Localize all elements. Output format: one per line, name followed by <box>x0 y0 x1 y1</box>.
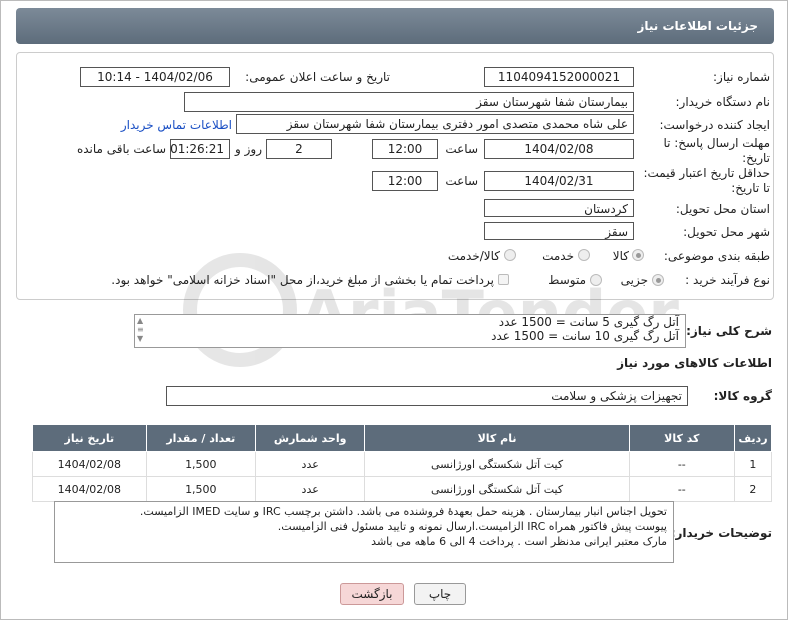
col-unit: واحد شمارش <box>254 424 366 452</box>
price-validity-label: حداقل تاریخ اعتبار قیمت: تا تاریخ: <box>643 166 770 195</box>
goods-group-field: تجهیزات پزشکی و سلامت <box>166 386 688 406</box>
cell-unit: عدد <box>254 451 366 477</box>
buyer-notes-line: مارک معتبر ایرانی مدنظر است . پرداخت 4 ا… <box>371 535 667 548</box>
reply-deadline-date: 1404/02/08 <box>484 139 634 159</box>
category-option-goods: کالا <box>612 249 629 263</box>
category-option-both: کالا/خدمت <box>447 249 500 263</box>
reply-days-label: روز و <box>235 142 262 156</box>
description-label: شرح کلی نیاز: <box>686 324 772 338</box>
reply-deadline-time: 12:00 <box>372 139 438 159</box>
goods-table: ردیف کد کالا نام کالا واحد شمارش تعداد /… <box>32 424 773 502</box>
process-option-medium: متوسط <box>548 273 586 287</box>
buyer-notes-textarea[interactable]: تحویل اجناس انبار بیمارستان . هزینه حمل … <box>54 501 674 563</box>
announce-datetime-field: 1404/02/06 - 10:14 <box>80 67 230 87</box>
cell-name: کیت آتل شکستگی اورژانسی <box>364 451 630 477</box>
buyer-notes-line: تحویل اجناس انبار بیمارستان . هزینه حمل … <box>139 505 667 518</box>
table-row: 1 -- کیت آتل شکستگی اورژانسی عدد 1,500 1… <box>32 451 773 477</box>
buyer-org-label: نام دستگاه خریدار: <box>675 95 771 109</box>
cell-row: 2 <box>733 476 773 502</box>
page-title: جزئیات اطلاعات نیاز <box>637 19 758 33</box>
col-date: تاریخ نیاز <box>32 424 147 452</box>
description-line: آتل رگ گیری 10 سانت = 1500 عدد <box>491 329 679 343</box>
category-option-service: خدمت <box>542 249 574 263</box>
cell-code: -- <box>628 476 735 502</box>
category-radio-both[interactable] <box>504 249 516 261</box>
cell-code: -- <box>628 451 735 477</box>
process-radio-medium[interactable] <box>590 274 602 286</box>
cell-qty: 1,500 <box>145 451 257 477</box>
cell-row: 1 <box>733 451 773 477</box>
buyer-notes-line: پیوست پیش فاکتور همراه IRC الزامیست.ارسا… <box>277 520 667 533</box>
remaining-time-label: ساعت باقی مانده <box>76 142 166 156</box>
buyer-org-field: بیمارستان شفا شهرستان سقز <box>184 92 634 112</box>
cell-date: 1404/02/08 <box>32 476 147 502</box>
city-field: سقز <box>484 222 634 240</box>
buyer-contact-link[interactable]: اطلاعات تماس خریدار <box>104 118 232 132</box>
province-label: استان محل تحویل: <box>675 202 770 216</box>
requester-field: علی شاه محمدی متصدی امور دفتری بیمارستان… <box>236 114 634 134</box>
process-type-label: نوع فرآیند خرید : <box>685 273 770 287</box>
description-textarea[interactable]: آتل رگ گیری 5 سانت = 1500 عدد آتل رگ گیر… <box>134 314 686 348</box>
city-label: شهر محل تحویل: <box>683 225 770 239</box>
need-number-field: 1104094152000021 <box>484 67 634 87</box>
treasury-payment-note: پرداخت تمام یا بخشی از مبلغ خرید،از محل … <box>111 273 494 287</box>
province-field: کردستان <box>484 199 634 217</box>
need-number-label: شماره نیاز: <box>713 70 770 84</box>
reply-time-label: ساعت <box>445 142 478 156</box>
description-scrollbar[interactable]: ▲ ≡ ▼ <box>137 316 147 346</box>
category-radio-service[interactable] <box>578 249 590 261</box>
price-validity-date: 1404/02/31 <box>484 171 634 191</box>
page-header: جزئیات اطلاعات نیاز <box>16 8 774 44</box>
cell-unit: عدد <box>254 476 366 502</box>
col-qty: تعداد / مقدار <box>145 424 257 452</box>
col-name: نام کالا <box>364 424 630 452</box>
back-button[interactable]: بازگشت <box>340 583 404 605</box>
cell-date: 1404/02/08 <box>32 451 147 477</box>
treasury-payment-checkbox[interactable] <box>498 274 509 285</box>
goods-table-header: ردیف کد کالا نام کالا واحد شمارش تعداد /… <box>32 424 773 452</box>
goods-table-wrap: ردیف کد کالا نام کالا واحد شمارش تعداد /… <box>32 424 773 502</box>
process-radio-minor[interactable] <box>652 274 664 286</box>
goods-info-title: اطلاعات کالاهای مورد نیاز <box>617 356 772 370</box>
reply-days-field: 2 <box>266 139 332 159</box>
process-option-minor: جزیی <box>620 273 648 287</box>
col-code: کد کالا <box>628 424 735 452</box>
requester-label: ایجاد کننده درخواست: <box>659 118 770 132</box>
buyer-notes-label: توضیحات خریدار: <box>670 526 772 540</box>
goods-group-label: گروه کالا: <box>713 389 772 403</box>
print-button[interactable]: چاپ <box>414 583 466 605</box>
announce-datetime-label: تاریخ و ساعت اعلان عمومی: <box>245 70 390 84</box>
description-line: آتل رگ گیری 5 سانت = 1500 عدد <box>498 315 679 329</box>
cell-qty: 1,500 <box>145 476 257 502</box>
remaining-time-field: 01:26:21 <box>170 139 230 159</box>
table-row: 2 -- کیت آتل شکستگی اورژانسی عدد 1,500 1… <box>32 476 773 502</box>
category-label: طبقه بندی موضوعی: <box>663 249 770 263</box>
category-radio-goods[interactable] <box>632 249 644 261</box>
cell-name: کیت آتل شکستگی اورژانسی <box>364 476 630 502</box>
reply-deadline-label: مهلت ارسال پاسخ: تا تاریخ: <box>663 136 770 165</box>
price-time-label: ساعت <box>445 174 478 188</box>
price-validity-time: 12:00 <box>372 171 438 191</box>
col-row: ردیف <box>733 424 773 452</box>
